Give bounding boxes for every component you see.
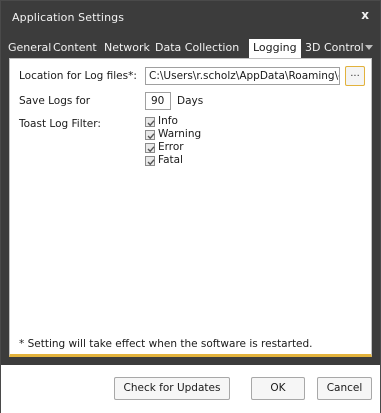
log-location-value: C:\Users\r.scholz\AppData\Roaming\ecue xyxy=(149,70,339,82)
log-location-input[interactable]: C:\Users\r.scholz\AppData\Roaming\ecue xyxy=(145,67,340,85)
tab-data-collection[interactable]: Data Collection xyxy=(155,41,239,54)
checkbox-checked-icon[interactable] xyxy=(145,156,155,166)
filter-warning-label: Warning xyxy=(158,128,202,140)
checkbox-checked-icon[interactable] xyxy=(145,117,155,127)
checkbox-checked-icon[interactable] xyxy=(145,130,155,140)
tab-network[interactable]: Network xyxy=(104,41,150,54)
tab-general[interactable]: General xyxy=(8,41,51,54)
window-title: Application Settings xyxy=(12,11,125,24)
log-location-label: Location for Log files*: xyxy=(19,70,137,82)
tab-logging[interactable]: Logging xyxy=(249,39,301,58)
tab-3d-control[interactable]: 3D Control xyxy=(305,41,364,54)
save-logs-days-input[interactable]: 90 xyxy=(145,92,171,110)
save-logs-days-value: 90 xyxy=(151,95,165,107)
days-unit-label: Days xyxy=(177,95,204,107)
checkbox-checked-icon[interactable] xyxy=(145,143,155,153)
check-for-updates-button[interactable]: Check for Updates xyxy=(114,377,230,400)
filter-fatal-label: Fatal xyxy=(158,154,183,166)
filter-info-label: Info xyxy=(158,115,178,127)
close-icon[interactable]: x xyxy=(361,8,369,22)
settings-window: Application Settings x General Content N… xyxy=(0,0,381,413)
title-bar[interactable]: Application Settings x xyxy=(1,1,380,37)
logging-panel: Location for Log files*: C:\Users\r.scho… xyxy=(9,58,372,357)
tab-content[interactable]: Content xyxy=(53,41,97,54)
filter-error-label: Error xyxy=(158,141,184,153)
browse-button[interactable]: ... xyxy=(345,66,365,86)
dialog-footer: Check for Updates OK Cancel xyxy=(1,364,380,413)
save-logs-label: Save Logs for xyxy=(19,95,91,107)
restart-note: * Setting will take effect when the soft… xyxy=(19,338,313,350)
ok-button[interactable]: OK xyxy=(251,377,305,400)
chevron-down-icon[interactable] xyxy=(365,43,373,52)
cancel-button[interactable]: Cancel xyxy=(317,377,372,400)
tab-strip: General Content Network Data Collection … xyxy=(1,37,380,58)
toast-filter-label: Toast Log Filter: xyxy=(19,118,101,130)
